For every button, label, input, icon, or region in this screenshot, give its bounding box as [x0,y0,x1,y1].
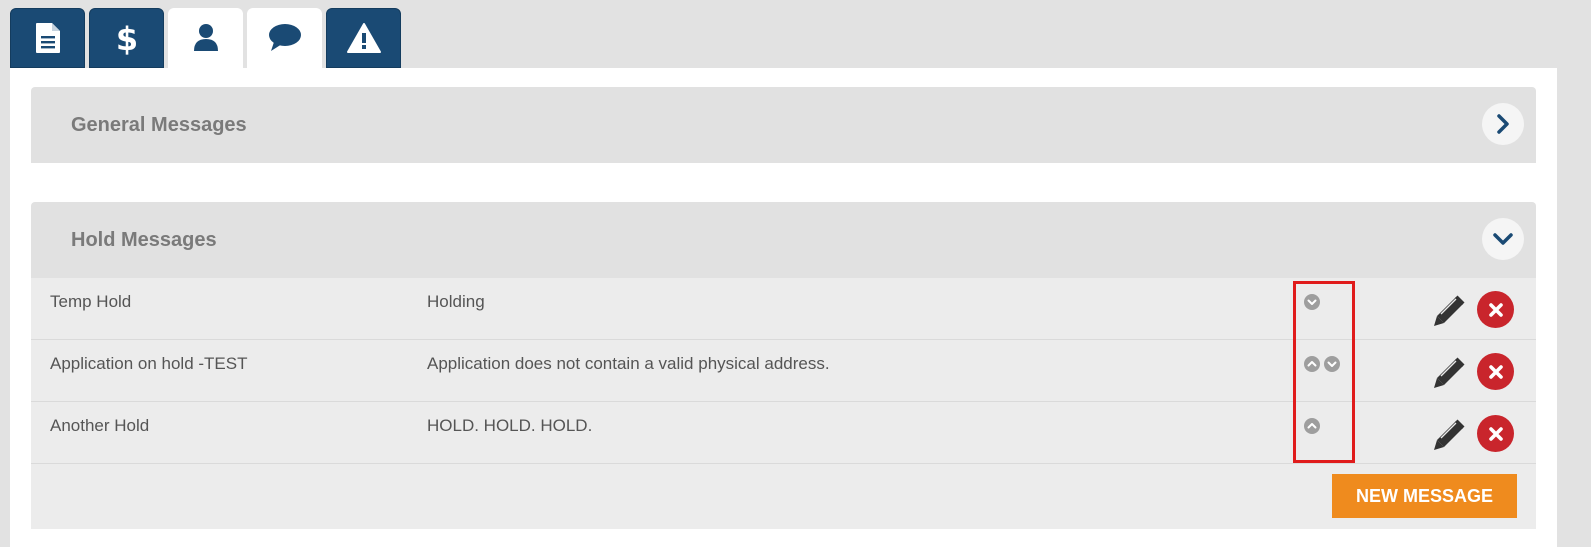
tab-billing[interactable]: $ [89,8,164,68]
collapse-hold-button[interactable] [1482,218,1524,260]
chevron-right-icon [1497,114,1509,134]
document-icon [35,23,60,53]
content-panel: General Messages Hold Messages Temp Hold… [10,68,1557,547]
delete-button[interactable] [1477,415,1514,452]
delete-button[interactable] [1477,353,1514,390]
delete-button[interactable] [1477,291,1514,328]
hold-messages-header[interactable]: Hold Messages [31,202,1536,278]
general-messages-title: General Messages [71,114,247,136]
tab-alerts[interactable] [326,8,401,68]
close-icon [1488,364,1503,379]
hold-messages-title: Hold Messages [71,229,217,251]
move-up-icon[interactable] [1304,356,1320,372]
move-down-icon[interactable] [1304,294,1320,310]
edit-icon[interactable] [1432,294,1466,328]
chat-icon [268,24,301,51]
tab-messages[interactable] [247,8,322,68]
hold-message-row: Temp Hold Holding [31,278,1536,340]
hold-messages-list: Temp Hold Holding Application on hold -T… [31,278,1536,529]
hold-message-text: Application does not contain a valid phy… [427,354,830,373]
hold-message-text: HOLD. HOLD. HOLD. [427,416,593,435]
edit-icon[interactable] [1432,356,1466,390]
hold-message-text: Holding [427,292,485,311]
user-icon [193,24,218,51]
svg-text:$: $ [115,20,137,56]
hold-name: Application on hold -TEST [50,354,248,373]
hold-name: Another Hold [50,416,150,435]
general-messages-header[interactable]: General Messages [31,87,1536,163]
hold-name: Temp Hold [50,292,132,311]
tab-documents[interactable] [10,8,85,68]
move-down-icon[interactable] [1324,356,1340,372]
expand-general-button[interactable] [1482,103,1524,145]
edit-icon[interactable] [1432,418,1466,452]
warning-icon [346,23,381,53]
close-icon [1488,426,1503,441]
close-icon [1488,302,1503,317]
dollar-icon: $ [115,20,137,56]
move-up-icon[interactable] [1304,418,1320,434]
new-message-button[interactable]: NEW MESSAGE [1332,474,1517,518]
hold-message-row: Application on hold -TEST Application do… [31,340,1536,402]
hold-message-row: Another Hold HOLD. HOLD. HOLD. [31,402,1536,464]
tab-contacts[interactable] [168,8,243,68]
chevron-down-icon [1493,233,1513,245]
